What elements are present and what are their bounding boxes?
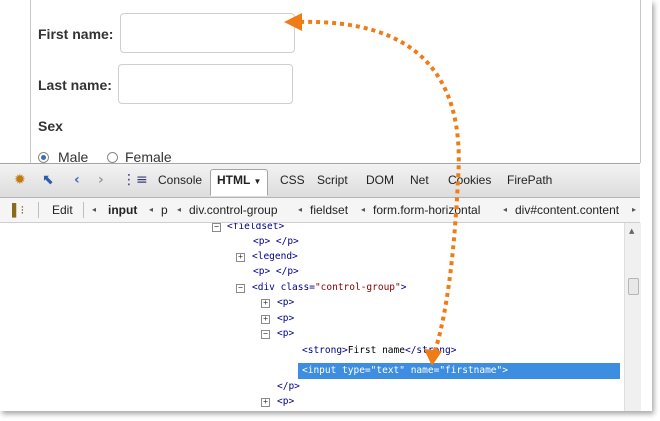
scroll-thumb[interactable]	[628, 278, 639, 295]
tab-script[interactable]: Script	[311, 170, 354, 191]
breadcrumb-div-content[interactable]: div#content.content	[515, 203, 619, 217]
tab-html[interactable]: HTML ▼	[210, 169, 269, 196]
page-left-border	[30, 0, 31, 163]
tab-cookies[interactable]: Cookies	[442, 170, 497, 191]
collapse-icon[interactable]: −	[212, 223, 221, 232]
firebug-toolbar: ✹ ⬉ ‹ › ⋮≡ Console HTML ▼ CSS Script DOM…	[0, 164, 640, 198]
chevron-left-icon: ◂	[361, 205, 366, 214]
command-line-icon[interactable]: ⋮≡	[122, 172, 148, 188]
tag-text: <div	[252, 282, 281, 293]
inspect-icon[interactable]: ⬉	[42, 172, 54, 188]
chevron-left-icon: ◂	[298, 205, 303, 214]
tab-html-label: HTML	[217, 173, 251, 187]
divider	[38, 202, 39, 218]
tag-text: <p>	[277, 297, 295, 308]
text-node: First name	[347, 345, 405, 356]
chevron-left-icon: ◂	[177, 205, 182, 214]
tag-text: <legend>	[252, 251, 298, 262]
attr-name: name=	[404, 365, 440, 376]
collapse-icon[interactable]: −	[261, 330, 270, 339]
tree-row[interactable]: </p>	[277, 379, 300, 394]
break-on-mutate-icon[interactable]: ▌⁝	[12, 203, 24, 217]
tab-net[interactable]: Net	[404, 170, 435, 191]
breadcrumb: ▌⁝ Edit ◂ input ◂ p ◂ div.control-group …	[0, 198, 640, 223]
breadcrumb-fieldset[interactable]: fieldset	[310, 203, 348, 217]
scrollbar[interactable]: ▲	[624, 223, 641, 411]
first-name-input[interactable]	[120, 13, 295, 53]
tag-text: <p>	[277, 396, 295, 407]
tab-dom[interactable]: DOM	[360, 170, 400, 191]
attr-value: "text"	[370, 365, 405, 376]
firebug-icon[interactable]: ✹	[14, 172, 26, 188]
breadcrumb-input[interactable]: input	[108, 203, 137, 217]
screenshot-frame: First name: Last name: Sex Male Female ✹…	[0, 0, 652, 411]
tree-row[interactable]: <p> </p>	[253, 234, 299, 249]
edit-button[interactable]: Edit	[52, 203, 73, 217]
tag-text: <p> </p>	[253, 266, 299, 277]
tree-row[interactable]: <p> </p>	[253, 264, 299, 279]
last-name-input[interactable]	[118, 64, 293, 104]
expand-icon[interactable]: +	[261, 299, 270, 308]
tab-css[interactable]: CSS	[274, 170, 311, 191]
tab-console[interactable]: Console	[152, 170, 208, 191]
tag-text: >	[502, 365, 508, 376]
scroll-up-icon[interactable]: ▲	[629, 227, 634, 235]
tag-text: </strong>	[404, 345, 457, 356]
firebug-panel: ✹ ⬉ ‹ › ⋮≡ Console HTML ▼ CSS Script DOM…	[0, 163, 641, 411]
chevron-right-icon[interactable]: ▸	[632, 203, 636, 217]
breadcrumb-div-control-group[interactable]: div.control-group	[189, 203, 278, 217]
radio-female[interactable]	[107, 152, 118, 163]
tag-text: <p>	[277, 313, 295, 324]
tag-text: </p>	[277, 381, 300, 392]
sex-label: Sex	[38, 118, 63, 134]
attr-name: type=	[342, 365, 371, 376]
expand-icon[interactable]: +	[261, 398, 270, 407]
tag-text: <strong>	[302, 345, 348, 356]
tag-text: <p>	[277, 328, 295, 339]
attr-value: "control-group"	[314, 282, 401, 293]
chevron-left-icon[interactable]: ◂	[92, 203, 96, 217]
page-right-border	[640, 0, 641, 163]
attr-value: "firstname"	[439, 365, 503, 376]
breadcrumb-p[interactable]: p	[161, 203, 168, 217]
selected-tree-row[interactable]: <input type="text" name="firstname">	[298, 363, 620, 379]
chevron-down-icon[interactable]: ▼	[253, 177, 261, 186]
tag-text: <p> </p>	[253, 236, 299, 247]
radio-male[interactable]	[38, 152, 49, 163]
chevron-left-icon: ◂	[503, 205, 508, 214]
tag-text: <input	[302, 365, 343, 376]
collapse-icon[interactable]: −	[236, 284, 245, 293]
back-icon[interactable]: ‹	[74, 172, 80, 188]
tag-text: >	[400, 282, 407, 293]
last-name-label: Last name:	[38, 77, 112, 93]
attr-name: class=	[280, 282, 315, 293]
tag-text: <fieldset>	[227, 223, 285, 232]
tree-row[interactable]: <strong>First name</strong>	[302, 343, 456, 358]
breadcrumb-form[interactable]: form.form-horizontal	[373, 203, 480, 217]
tab-firepath[interactable]: FirePath	[501, 170, 558, 191]
radio-selected-dot	[41, 155, 46, 160]
forward-icon[interactable]: ›	[98, 172, 104, 188]
expand-icon[interactable]: +	[236, 253, 245, 262]
divider	[83, 202, 84, 218]
chevron-left-icon: ◂	[149, 205, 154, 214]
expand-icon[interactable]: +	[261, 315, 270, 324]
first-name-label: First name:	[38, 26, 114, 42]
html-tree: − <fieldset> <p> </p> + <legend> <p> </p…	[0, 223, 624, 411]
